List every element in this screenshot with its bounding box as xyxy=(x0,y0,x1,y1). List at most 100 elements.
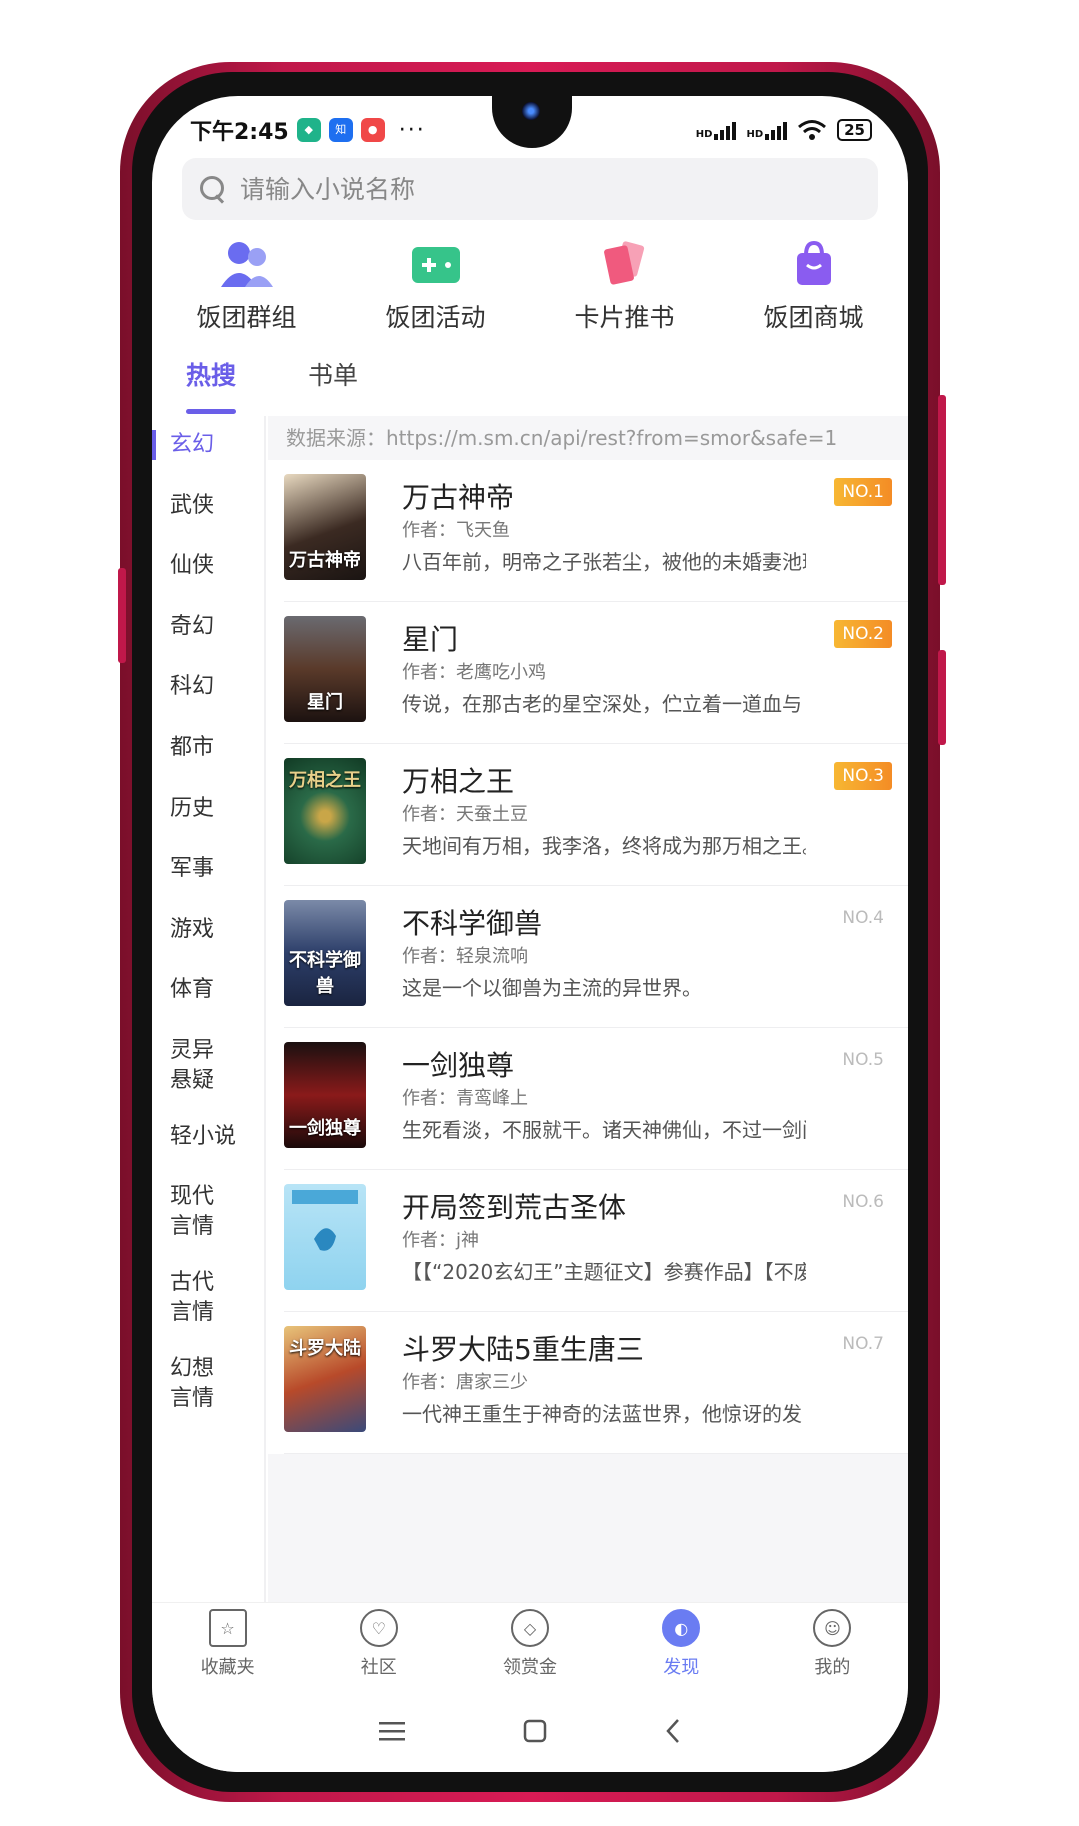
book-author: 作者：老鹰吃小鸡 xyxy=(402,662,546,683)
nav-profile[interactable]: ☺ 我的 xyxy=(757,1603,908,1690)
quick-link-activities[interactable]: 饭团活动 xyxy=(341,236,530,346)
status-time: 下午2:45 xyxy=(190,120,289,145)
book-item[interactable]: 开局签到荒古圣体 作者：j神 【【“2020玄幻王”主题征文】参赛作品】【不废 … xyxy=(284,1170,908,1312)
battery-indicator: 25 xyxy=(837,119,872,141)
book-list: 万古神帝 万古神帝 作者：飞天鱼 八百年前，明帝之子张若尘，被他的未婚妻池瑶 N… xyxy=(268,460,908,1454)
quick-link-label: 饭团群组 xyxy=(196,303,297,332)
category-sidebar: 玄幻 武侠 仙侠 奇幻 科幻 都市 历史 军事 游戏 体育 灵异悬疑 轻小说 现… xyxy=(152,416,266,1602)
book-author: 作者：j神 xyxy=(402,1230,480,1251)
cover-title: 万古神帝 xyxy=(289,550,361,571)
power-button xyxy=(938,395,946,585)
book-title: 万相之王 xyxy=(402,765,515,798)
book-item[interactable]: 万古神帝 万古神帝 作者：飞天鱼 八百年前，明帝之子张若尘，被他的未婚妻池瑶 N… xyxy=(284,460,908,602)
side-button xyxy=(938,650,946,745)
book-desc: 一代神王重生于神奇的法蓝世界，他惊讶的发 xyxy=(402,1402,802,1426)
book-author: 作者：唐家三少 xyxy=(402,1372,528,1393)
menu-icon[interactable] xyxy=(379,1720,405,1742)
cover-title: 不科学御兽 xyxy=(289,950,361,997)
category-item[interactable]: 体育 xyxy=(152,975,214,1005)
book-title: 开局签到荒古圣体 xyxy=(402,1191,627,1224)
book-cover: 星门 xyxy=(284,616,366,722)
category-item[interactable]: 武侠 xyxy=(152,491,214,521)
category-item[interactable]: 游戏 xyxy=(152,915,214,945)
data-source-text: 数据来源：https://m.sm.cn/api/rest?from=smor&… xyxy=(268,416,908,460)
volume-button xyxy=(118,568,126,663)
nav-discover[interactable]: ◐ 发现 xyxy=(606,1603,757,1690)
category-item[interactable]: 奇幻 xyxy=(152,612,214,642)
cover-title: 斗罗大陆 xyxy=(289,1338,361,1359)
signal-2-icon: HD xyxy=(746,120,788,140)
back-icon[interactable] xyxy=(665,1718,681,1744)
category-item[interactable]: 灵异悬疑 xyxy=(152,1036,232,1096)
compass-icon: ◐ xyxy=(662,1609,701,1647)
book-item[interactable]: 星门 星门 作者：老鹰吃小鸡 传说，在那古老的星空深处，伫立着一道血与 NO.2 xyxy=(284,602,908,744)
hd-label-1: HD xyxy=(695,129,713,140)
tab-booklist[interactable]: 书单 xyxy=(308,356,358,414)
category-item[interactable]: 军事 xyxy=(152,854,214,884)
category-item[interactable]: 玄幻 xyxy=(152,430,214,460)
nav-favorites[interactable]: ☆ 收藏夹 xyxy=(152,1603,303,1690)
book-author: 作者：飞天鱼 xyxy=(402,520,510,541)
book-item[interactable]: 斗罗大陆 斗罗大陆5重生唐三 作者：唐家三少 一代神王重生于神奇的法蓝世界，他惊… xyxy=(284,1312,908,1454)
rank-badge: NO.1 xyxy=(834,478,892,506)
search-input[interactable] xyxy=(240,174,760,204)
quick-link-label: 卡片推书 xyxy=(574,303,675,332)
book-cover: 万古神帝 xyxy=(284,474,366,580)
category-item[interactable]: 都市 xyxy=(152,733,214,763)
hd-label-2: HD xyxy=(746,129,764,140)
more-notifications-icon: ··· xyxy=(398,117,426,143)
nav-label: 社区 xyxy=(360,1657,397,1678)
folder-star-icon: ☆ xyxy=(208,1609,247,1647)
quick-links: 饭团群组 饭团活动 卡片推书 饭团商城 xyxy=(152,236,908,346)
book-author: 作者：青鸾峰上 xyxy=(402,1088,528,1109)
search-icon xyxy=(200,176,226,202)
book-title: 万古神帝 xyxy=(402,481,515,514)
users-icon xyxy=(219,236,275,292)
wifi-icon xyxy=(798,120,827,140)
cover-title: 一剑独尊 xyxy=(289,1118,361,1139)
book-desc: 生死看淡，不服就干。诸天神佛仙，不过一剑间 xyxy=(402,1118,806,1142)
book-desc: 这是一个以御兽为主流的异世界。 xyxy=(402,976,702,1000)
nav-bounty[interactable]: ◇ 领赏金 xyxy=(454,1603,605,1690)
nav-label: 收藏夹 xyxy=(200,1657,255,1678)
tab-bar: 热搜 书单 xyxy=(152,356,908,416)
rank-badge: NO.7 xyxy=(842,1334,884,1354)
app-notification-icon: ● xyxy=(360,118,385,142)
book-item[interactable]: 万相之王 万相之王 作者：天蚕土豆 天地间有万相，我李洛，终将成为那万相之王。 … xyxy=(284,744,908,886)
shopping-bag-icon xyxy=(786,236,842,292)
book-item[interactable]: 一剑独尊 一剑独尊 作者：青鸾峰上 生死看淡，不服就干。诸天神佛仙，不过一剑间 … xyxy=(284,1028,908,1170)
category-item[interactable]: 轻小说 xyxy=(152,1122,236,1152)
quick-link-groups[interactable]: 饭团群组 xyxy=(152,236,341,346)
bottom-nav: ☆ 收藏夹 ♡ 社区 ◇ 领赏金 ◐ 发现 ☺ 我的 xyxy=(152,1602,908,1690)
book-cover: 斗罗大陆 xyxy=(284,1326,366,1432)
tab-hot-search[interactable]: 热搜 xyxy=(186,356,237,414)
nav-label: 发现 xyxy=(663,1657,700,1678)
category-item[interactable]: 科幻 xyxy=(152,672,214,702)
book-title: 星门 xyxy=(402,623,459,656)
rank-badge: NO.3 xyxy=(834,762,892,790)
search-bar[interactable] xyxy=(182,158,878,220)
home-icon[interactable] xyxy=(523,1719,547,1743)
book-desc: 传说，在那古老的星空深处，伫立着一道血与 xyxy=(402,692,802,716)
quick-link-label: 饭团商城 xyxy=(763,303,864,332)
category-item[interactable]: 仙侠 xyxy=(152,551,214,581)
book-author: 作者：轻泉流响 xyxy=(402,946,528,967)
book-list-panel: 数据来源：https://m.sm.cn/api/rest?from=smor&… xyxy=(268,416,908,1602)
rank-badge: NO.2 xyxy=(834,620,892,648)
category-item[interactable]: 古代言情 xyxy=(152,1268,232,1328)
book-title: 不科学御兽 xyxy=(402,907,543,940)
cards-icon xyxy=(597,236,653,292)
category-item[interactable]: 历史 xyxy=(152,794,214,824)
book-cover: 一剑独尊 xyxy=(284,1042,366,1148)
quick-link-shop[interactable]: 饭团商城 xyxy=(719,236,908,346)
quick-link-card-recommend[interactable]: 卡片推书 xyxy=(530,236,719,346)
book-item[interactable]: 不科学御兽 不科学御兽 作者：轻泉流响 这是一个以御兽为主流的异世界。 NO.4 xyxy=(284,886,908,1028)
rank-badge: NO.5 xyxy=(842,1050,884,1070)
book-desc: 八百年前，明帝之子张若尘，被他的未婚妻池瑶 xyxy=(402,550,806,574)
user-icon: ☺ xyxy=(813,1609,852,1647)
zhihu-app-icon: 知 xyxy=(328,118,353,142)
category-item[interactable]: 幻想言情 xyxy=(152,1354,232,1414)
cover-title: 星门 xyxy=(307,692,343,713)
nav-community[interactable]: ♡ 社区 xyxy=(303,1603,454,1690)
category-item[interactable]: 现代言情 xyxy=(152,1182,232,1242)
